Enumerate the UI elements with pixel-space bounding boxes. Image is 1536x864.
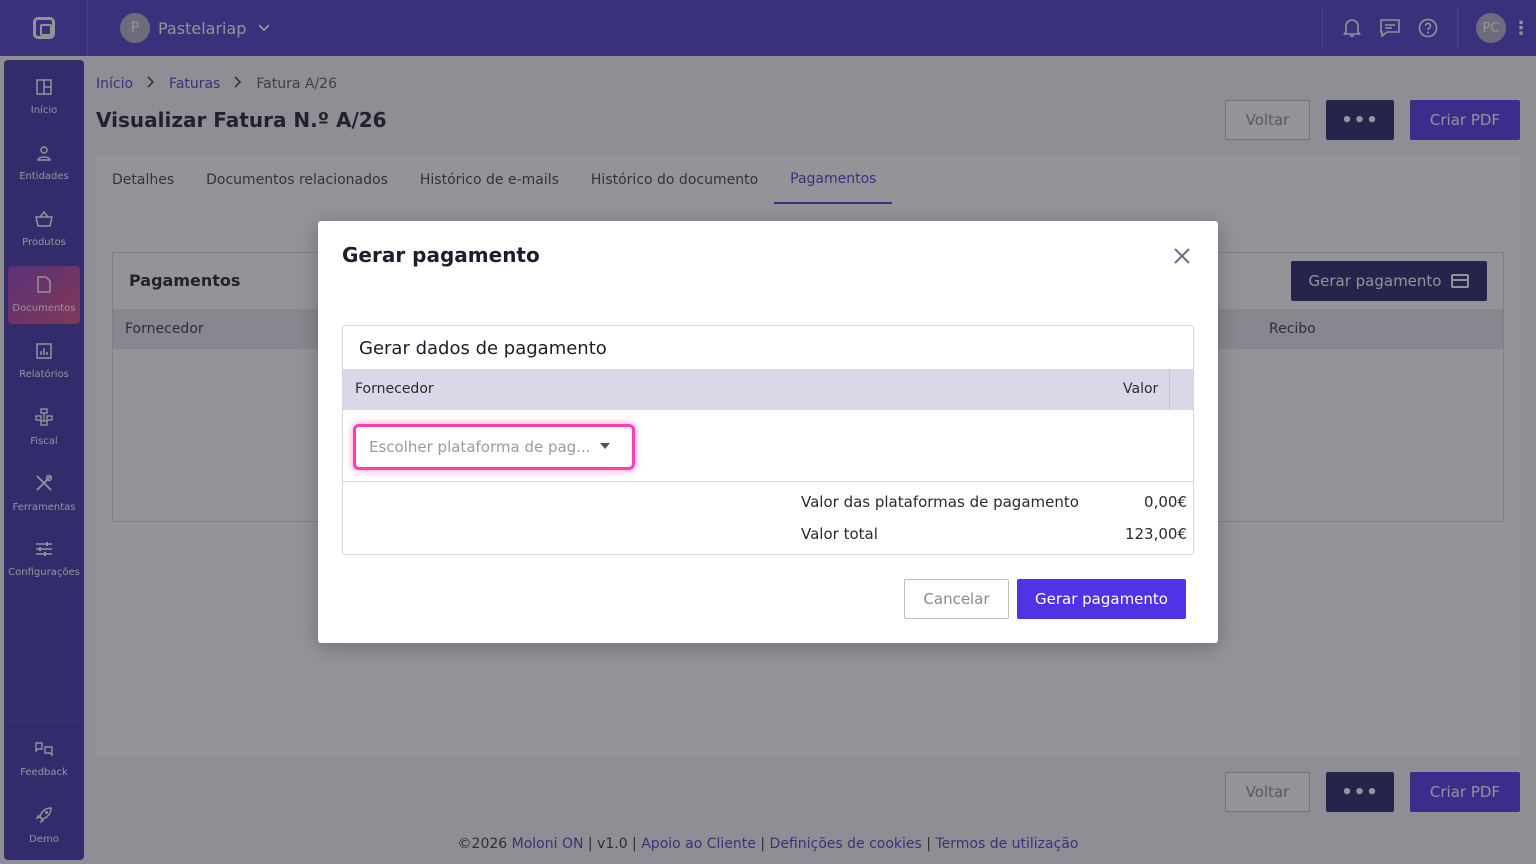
- payment-platform-placeholder: Escolher plataforma de pag...: [369, 438, 591, 456]
- platforms-value: 0,00€: [1144, 493, 1187, 511]
- platforms-value-label: Valor das plataformas de pagamento: [801, 493, 1079, 511]
- payment-data-panel: Gerar dados de pagamento Fornecedor Valo…: [342, 325, 1194, 555]
- column-divider: [1169, 369, 1170, 410]
- divider: [343, 481, 1193, 482]
- close-icon[interactable]: [1168, 243, 1196, 271]
- modal-title: Gerar pagamento: [342, 243, 540, 267]
- payment-platform-select[interactable]: Escolher plataforma de pag...: [353, 424, 635, 470]
- payment-data-table-header: Fornecedor Valor: [343, 369, 1193, 410]
- confirm-generate-payment-button[interactable]: Gerar pagamento: [1017, 579, 1186, 619]
- total-value-row: Valor total 123,00€: [801, 525, 1187, 543]
- platforms-value-row: Valor das plataformas de pagamento 0,00€: [801, 493, 1187, 511]
- caret-down-icon: [600, 443, 610, 449]
- generate-payment-modal: Gerar pagamento Gerar dados de pagamento…: [318, 221, 1218, 643]
- total-value-label: Valor total: [801, 525, 878, 543]
- payment-data-title: Gerar dados de pagamento: [359, 338, 607, 359]
- column-header-valor: Valor: [1123, 381, 1159, 397]
- total-value: 123,00€: [1124, 525, 1187, 543]
- cancel-button[interactable]: Cancelar: [904, 579, 1009, 619]
- column-header-fornecedor: Fornecedor: [355, 381, 434, 397]
